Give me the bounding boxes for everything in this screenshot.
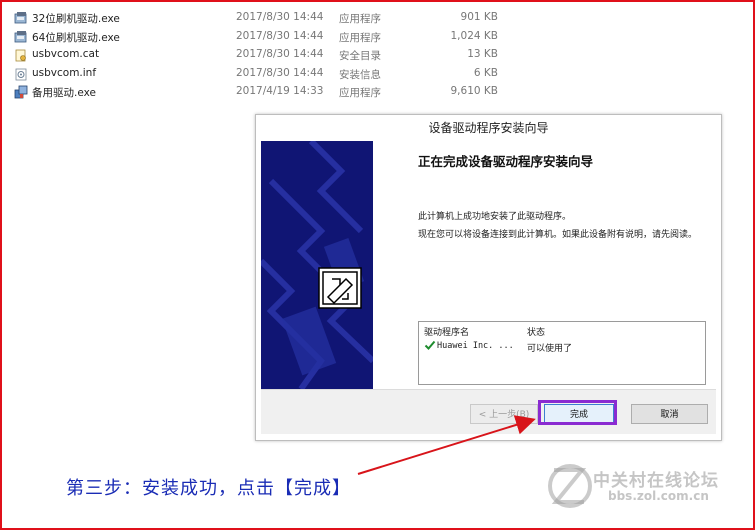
file-list: 32位刷机驱动.exe 2017/8/30 14:44 应用程序 901 KB … (14, 9, 534, 102)
table-row[interactable]: Huawei Inc. ... 可以使用了 (419, 338, 705, 354)
wizard-banner (261, 141, 373, 389)
wizard-banner-graphic (261, 141, 373, 389)
success-message: 此计算机上成功地安装了此驱动程序。 (418, 212, 572, 222)
file-name: 备用驱动.exe (32, 87, 96, 99)
finish-button-highlight (538, 400, 617, 425)
file-date: 2017/8/30 14:44 (236, 66, 324, 79)
file-name: usbvcom.inf (32, 66, 97, 79)
file-size: 9,610 KB (450, 85, 499, 97)
driver-status-table: 驱动程序名 状态 Huawei Inc. ... 可以使用了 (418, 321, 706, 385)
file-row[interactable]: 64位刷机驱动.exe 2017/8/30 14:44 应用程序 1,024 K… (14, 28, 534, 47)
exe-icon (14, 30, 27, 42)
file-date: 2017/8/30 14:44 (236, 29, 324, 42)
installer-icon (14, 85, 28, 99)
watermark-url: bbs.zol.com.cn (608, 489, 709, 503)
file-row[interactable]: usbvcom.cat 2017/8/30 14:44 安全目录 13 KB (14, 46, 534, 65)
file-date: 2017/8/30 14:44 (236, 48, 324, 60)
catalog-icon (15, 49, 26, 62)
cancel-button[interactable]: 取消 (631, 404, 708, 424)
file-size: 901 KB (460, 11, 498, 23)
file-row[interactable]: 32位刷机驱动.exe 2017/8/30 14:44 应用程序 901 KB (14, 9, 534, 28)
file-type: 应用程序 (339, 13, 381, 25)
file-type: 安装信息 (339, 68, 381, 81)
checkmark-icon (424, 340, 436, 350)
file-name: usbvcom.cat (32, 48, 100, 60)
file-type: 安全目录 (339, 50, 381, 62)
driver-status: 可以使用了 (527, 344, 573, 354)
file-date: 2017/8/30 14:44 (236, 11, 324, 23)
wizard-heading: 正在完成设备驱动程序安装向导 (418, 154, 594, 169)
back-button[interactable]: < 上一步(B) (470, 404, 538, 424)
driver-name: Huawei Inc. ... (437, 341, 514, 351)
file-size: 13 KB (467, 48, 498, 60)
file-type: 应用程序 (339, 87, 381, 99)
file-row[interactable]: 备用驱动.exe 2017/4/19 14:33 应用程序 9,610 KB (14, 83, 534, 102)
file-date: 2017/4/19 14:33 (236, 85, 324, 97)
column-header-driver-name: 驱动程序名 (424, 328, 470, 338)
inf-icon (15, 68, 27, 80)
watermark-title: 中关村在线论坛 (593, 471, 719, 491)
instruction-message: 现在您可以将设备连接到此计算机。如果此设备附有说明，请先阅读。 (418, 230, 698, 240)
table-header: 驱动程序名 状态 (419, 322, 705, 338)
file-type: 应用程序 (339, 31, 381, 44)
step-caption: 第三步：安装成功，点击【完成】 (66, 478, 351, 499)
file-name: 32位刷机驱动.exe (32, 13, 120, 25)
column-header-status: 状态 (527, 328, 546, 338)
dialog-title: 设备驱动程序安装向导 (428, 121, 549, 135)
driver-install-wizard-dialog: 设备驱动程序安装向导 正在完成设备驱动程序安装向导 此计算机上成功地安装了此驱动… (255, 114, 722, 441)
file-name: 64位刷机驱动.exe (32, 31, 120, 44)
wizard-logo-icon (318, 267, 362, 309)
dialog-footer: < 上一步(B) 完成 取消 (261, 389, 716, 434)
file-row[interactable]: usbvcom.inf 2017/8/30 14:44 安装信息 6 KB (14, 65, 534, 84)
exe-icon (14, 12, 27, 24)
wizard-content: 正在完成设备驱动程序安装向导 此计算机上成功地安装了此驱动程序。 现在您可以将设… (373, 141, 716, 389)
file-size: 6 KB (473, 66, 498, 79)
file-size: 1,024 KB (450, 29, 499, 42)
